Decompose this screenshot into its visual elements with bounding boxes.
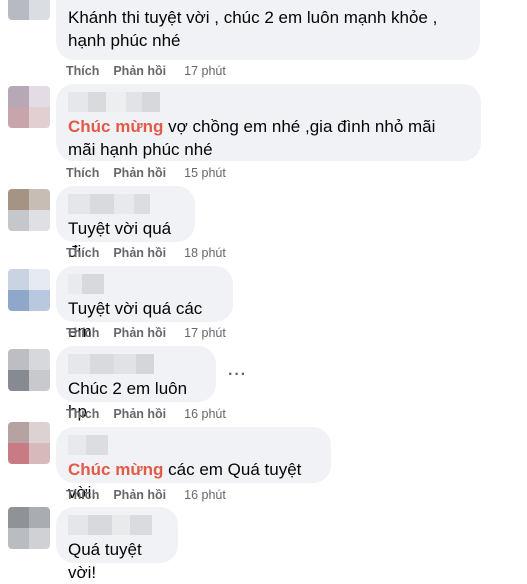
comment-bubble: Chúc mừng vợ chồng em nhé ,gia đình nhỏ …: [56, 84, 481, 161]
author-name-blurred[interactable]: [68, 194, 183, 214]
reply-button[interactable]: Phản hồi: [113, 64, 166, 78]
comment-bubble: Chúc 2 em luôn hp: [56, 346, 216, 421]
timestamp[interactable]: 17 phút: [184, 64, 226, 78]
highlight-text: Chúc mừng: [68, 460, 164, 479]
author-name-blurred[interactable]: [68, 92, 469, 112]
comment-bubble: Tuyệt vời quá các em: [56, 266, 233, 341]
comment-actions: Thích Phản hồi 16 phút: [66, 407, 226, 421]
timestamp[interactable]: 18 phút: [184, 246, 226, 260]
comment-actions: Thích Phản hồi 15 phút: [66, 166, 226, 180]
comment-bubble: Chúc mừng các em Quá tuyệt vời.: [56, 427, 331, 502]
reply-button[interactable]: Phản hồi: [113, 488, 166, 502]
comment-bubble: Khánh thi tuyệt vời , chúc 2 em luôn mạn…: [56, 0, 480, 60]
reply-button[interactable]: Phản hồi: [113, 166, 166, 180]
comment-actions: Thích Phản hồi 17 phút: [66, 326, 226, 340]
reply-button[interactable]: Phản hồi: [113, 407, 166, 421]
avatar[interactable]: [8, 349, 50, 391]
avatar[interactable]: [8, 189, 50, 231]
comment-actions: Thích Phản hồi 18 phút: [66, 246, 226, 260]
timestamp[interactable]: 16 phút: [184, 488, 226, 502]
avatar[interactable]: [8, 507, 50, 549]
like-button[interactable]: Thích: [66, 488, 99, 502]
comment-text: Chúc mừng vợ chồng em nhé ,gia đình nhỏ …: [68, 115, 448, 161]
timestamp[interactable]: 17 phút: [184, 326, 226, 340]
avatar[interactable]: [8, 0, 50, 20]
timestamp[interactable]: 16 phút: [184, 407, 226, 421]
like-button[interactable]: Thích: [66, 64, 99, 78]
like-button[interactable]: Thích: [66, 326, 99, 340]
like-button[interactable]: Thích: [66, 166, 99, 180]
comment-actions: Thích Phản hồi 17 phút: [66, 64, 226, 78]
timestamp[interactable]: 15 phút: [184, 166, 226, 180]
reply-button[interactable]: Phản hồi: [113, 326, 166, 340]
author-name-blurred[interactable]: [68, 515, 166, 535]
comment-actions: Thích Phản hồi 16 phút: [66, 488, 226, 502]
comment-bubble: Tuyệt vời quá đi: [56, 186, 195, 261]
avatar[interactable]: [8, 422, 50, 464]
comment-bubble: Quá tuyệt vời!: [56, 507, 178, 582]
like-button[interactable]: Thích: [66, 246, 99, 260]
author-name-blurred[interactable]: [68, 435, 319, 455]
like-button[interactable]: Thích: [66, 407, 99, 421]
comment-text: Khánh thi tuyệt vời , chúc 2 em luôn mạn…: [68, 8, 443, 50]
highlight-text: Chúc mừng: [68, 117, 164, 136]
comment-text: Quá tuyệt vời!: [68, 540, 147, 582]
avatar[interactable]: [8, 269, 50, 311]
author-name-blurred[interactable]: [68, 274, 221, 294]
reply-button[interactable]: Phản hồi: [113, 246, 166, 260]
more-icon[interactable]: ···: [228, 366, 247, 384]
author-name-blurred[interactable]: [68, 354, 204, 374]
avatar[interactable]: [8, 86, 50, 128]
